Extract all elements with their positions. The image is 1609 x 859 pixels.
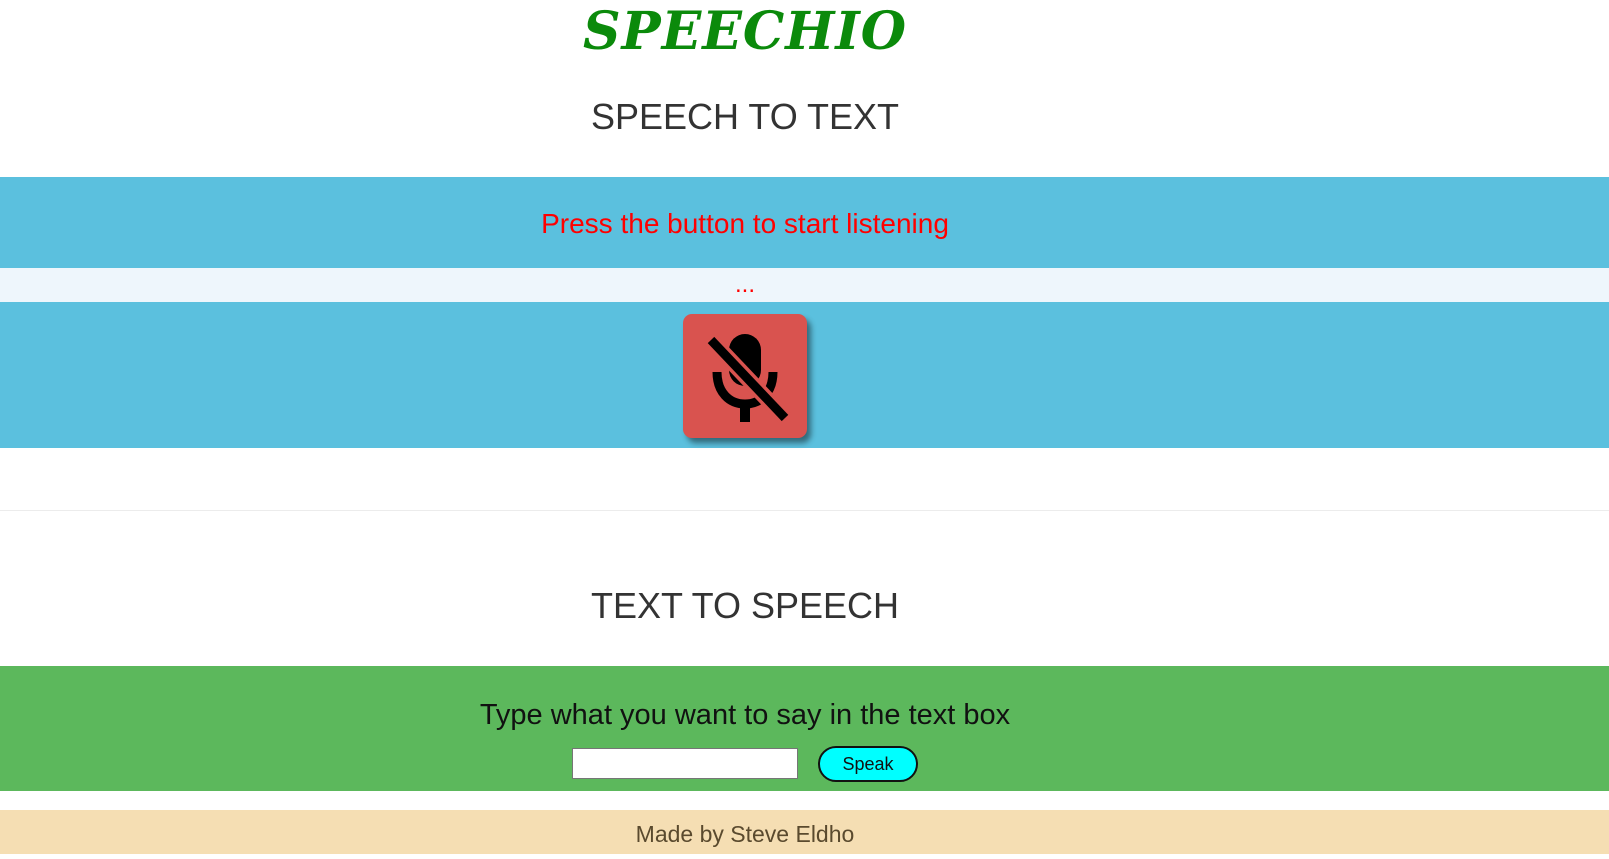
speech-text-input[interactable] <box>572 748 798 779</box>
text-to-speech-prompt: Type what you want to say in the text bo… <box>479 699 1011 731</box>
transcript-output: ... <box>734 271 755 298</box>
footer-credit: Made by Steve Eldho <box>635 821 855 847</box>
listening-prompt: Press the button to start listening <box>541 208 949 239</box>
mic-toggle-button[interactable] <box>683 314 807 438</box>
section-divider <box>0 510 1609 511</box>
speech-to-text-heading: SPEECH TO TEXT <box>590 96 900 137</box>
page: SPEECHIO SPEECH TO TEXT Press the button… <box>0 0 1609 859</box>
mic-off-icon <box>705 334 791 424</box>
text-to-speech-heading: TEXT TO SPEECH <box>590 585 900 626</box>
speak-button[interactable]: Speak <box>818 746 918 782</box>
app-logo: SPEECHIO <box>582 1 908 62</box>
